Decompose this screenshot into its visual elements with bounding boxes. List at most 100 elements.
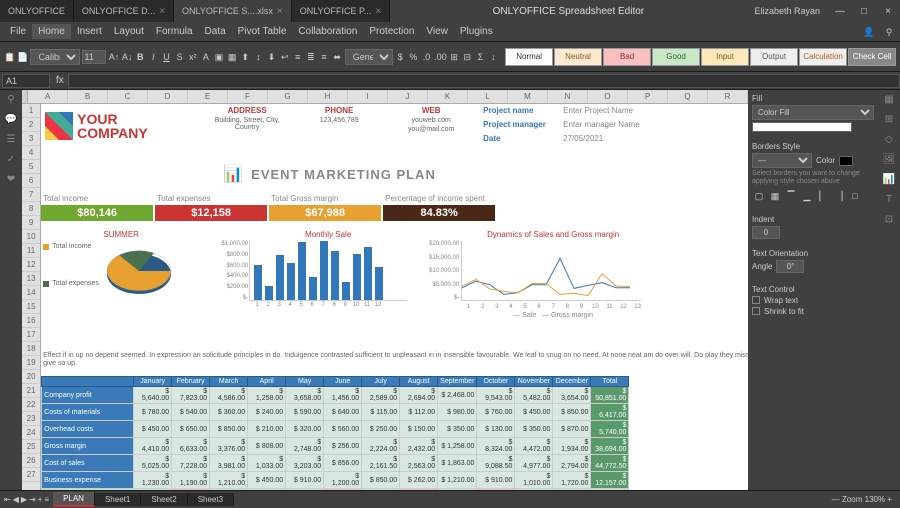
insert-cell-icon[interactable]: ⊞	[449, 50, 460, 64]
col-header[interactable]: F	[228, 90, 268, 103]
row-header[interactable]: 17	[22, 328, 40, 342]
style-good[interactable]: Good	[652, 48, 700, 66]
row-header[interactable]: 12	[22, 258, 40, 272]
row-header[interactable]: 7	[22, 188, 40, 202]
spellcheck-icon[interactable]: ✓	[4, 154, 18, 168]
copy-icon[interactable]: 📋	[4, 50, 15, 64]
name-box[interactable]	[2, 74, 50, 88]
grow-font-icon[interactable]: A↑	[108, 50, 119, 64]
find-icon[interactable]: ⚲	[882, 25, 896, 39]
col-header[interactable]: Q	[668, 90, 708, 103]
row-header[interactable]: 11	[22, 244, 40, 258]
search-icon[interactable]: ⚲	[4, 94, 18, 108]
row-header[interactable]: 5	[22, 160, 40, 174]
dec-inc-icon[interactable]: .0	[421, 50, 432, 64]
currency-icon[interactable]: $	[395, 50, 406, 64]
menu-data[interactable]: Data	[199, 24, 232, 39]
col-header[interactable]: B	[68, 90, 108, 103]
font-size-input[interactable]	[82, 50, 106, 64]
italic-icon[interactable]: I	[148, 50, 159, 64]
sum-icon[interactable]: Σ	[475, 50, 486, 64]
style-bad[interactable]: Bad	[603, 48, 651, 66]
number-format-select[interactable]: General	[345, 49, 393, 65]
row-header[interactable]: 23	[22, 412, 40, 426]
pivot-settings-icon[interactable]: ⊡	[882, 214, 896, 228]
user-icon[interactable]: 👤	[862, 25, 876, 39]
col-header[interactable]: I	[348, 90, 388, 103]
menu-view[interactable]: View	[420, 24, 454, 39]
border-none-icon[interactable]: □	[848, 189, 862, 203]
file-tab-0[interactable]: ONLYOFFICE D...×	[74, 0, 174, 22]
strike-icon[interactable]: S	[174, 50, 185, 64]
style-check-cell[interactable]: Check Cell	[848, 48, 896, 66]
sheet-last-icon[interactable]: ⇥	[29, 495, 36, 504]
menu-file[interactable]: File	[4, 24, 32, 39]
menu-home[interactable]: Home	[32, 24, 71, 39]
col-header[interactable]: J	[388, 90, 428, 103]
border-color-swatch[interactable]	[839, 156, 853, 166]
row-header[interactable]: 27	[22, 468, 40, 482]
comments-icon[interactable]: 💬	[4, 114, 18, 128]
image-settings-icon[interactable]: 🖼	[882, 154, 896, 168]
col-header[interactable]: L	[468, 90, 508, 103]
col-header[interactable]: M	[508, 90, 548, 103]
borders-icon[interactable]: ▦	[227, 50, 238, 64]
zoom-in-icon[interactable]: +	[887, 495, 892, 504]
formula-input[interactable]	[68, 74, 900, 88]
border-all-icon[interactable]: ▦	[768, 189, 782, 203]
align-center-icon[interactable]: ≣	[305, 50, 316, 64]
menu-pivot[interactable]: Pivot Table	[232, 24, 293, 39]
menu-collab[interactable]: Collaboration	[292, 24, 363, 39]
align-left-icon[interactable]: ≡	[292, 50, 303, 64]
delete-cell-icon[interactable]: ⊟	[462, 50, 473, 64]
menu-plugins[interactable]: Plugins	[454, 24, 499, 39]
sheet-tab-3[interactable]: Sheet3	[188, 493, 234, 506]
close-icon[interactable]: ×	[375, 6, 381, 17]
fill-color-icon[interactable]: ▣	[213, 50, 224, 64]
zoom-out-icon[interactable]: —	[832, 495, 840, 504]
close-icon[interactable]: ×	[277, 6, 283, 17]
sheet-tab-1[interactable]: Sheet1	[95, 493, 141, 506]
feedback-icon[interactable]: ❤	[4, 174, 18, 188]
maximize-icon[interactable]: □	[852, 6, 876, 17]
sheet-prev-icon[interactable]: ◀	[13, 495, 19, 504]
row-header[interactable]: 2	[22, 118, 40, 132]
bold-icon[interactable]: B	[135, 50, 146, 64]
style-input[interactable]: Input	[701, 48, 749, 66]
style-output[interactable]: Output	[750, 48, 798, 66]
border-top-icon[interactable]: ▔	[784, 189, 798, 203]
fill-type-select[interactable]: Color Fill	[752, 105, 874, 120]
row-header[interactable]: 22	[22, 398, 40, 412]
shape-settings-icon[interactable]: ◇	[882, 134, 896, 148]
col-header[interactable]: H	[308, 90, 348, 103]
menu-formula[interactable]: Formula	[150, 24, 199, 39]
style-neutral[interactable]: Neutral	[554, 48, 602, 66]
minimize-icon[interactable]: —	[828, 6, 852, 17]
col-header[interactable]: D	[148, 90, 188, 103]
row-header[interactable]: 9	[22, 216, 40, 230]
row-header[interactable]: 14	[22, 286, 40, 300]
row-header[interactable]: 19	[22, 356, 40, 370]
col-header[interactable]: E	[188, 90, 228, 103]
row-header[interactable]: 4	[22, 146, 40, 160]
shrink-checkbox[interactable]	[752, 307, 760, 315]
wrap-checkbox[interactable]	[752, 296, 760, 304]
indent-input[interactable]	[752, 226, 780, 239]
col-header[interactable]: P	[628, 90, 668, 103]
fill-color-swatch[interactable]	[752, 122, 852, 132]
underline-icon[interactable]: U	[161, 50, 172, 64]
border-outer-icon[interactable]: ▢	[752, 189, 766, 203]
sheet-list-icon[interactable]: ≡	[44, 495, 49, 504]
col-header[interactable]: K	[428, 90, 468, 103]
row-header[interactable]: 18	[22, 342, 40, 356]
sheet-add-icon[interactable]: +	[38, 495, 43, 504]
super-icon[interactable]: x²	[187, 50, 198, 64]
close-icon[interactable]: ×	[876, 6, 900, 17]
col-header[interactable]: N	[548, 90, 588, 103]
row-header[interactable]: 13	[22, 272, 40, 286]
col-header[interactable]: C	[108, 90, 148, 103]
dec-dec-icon[interactable]: .00	[434, 50, 447, 64]
row-header[interactable]: 10	[22, 230, 40, 244]
font-color-icon[interactable]: A	[200, 50, 211, 64]
align-mid-icon[interactable]: ↕	[253, 50, 264, 64]
